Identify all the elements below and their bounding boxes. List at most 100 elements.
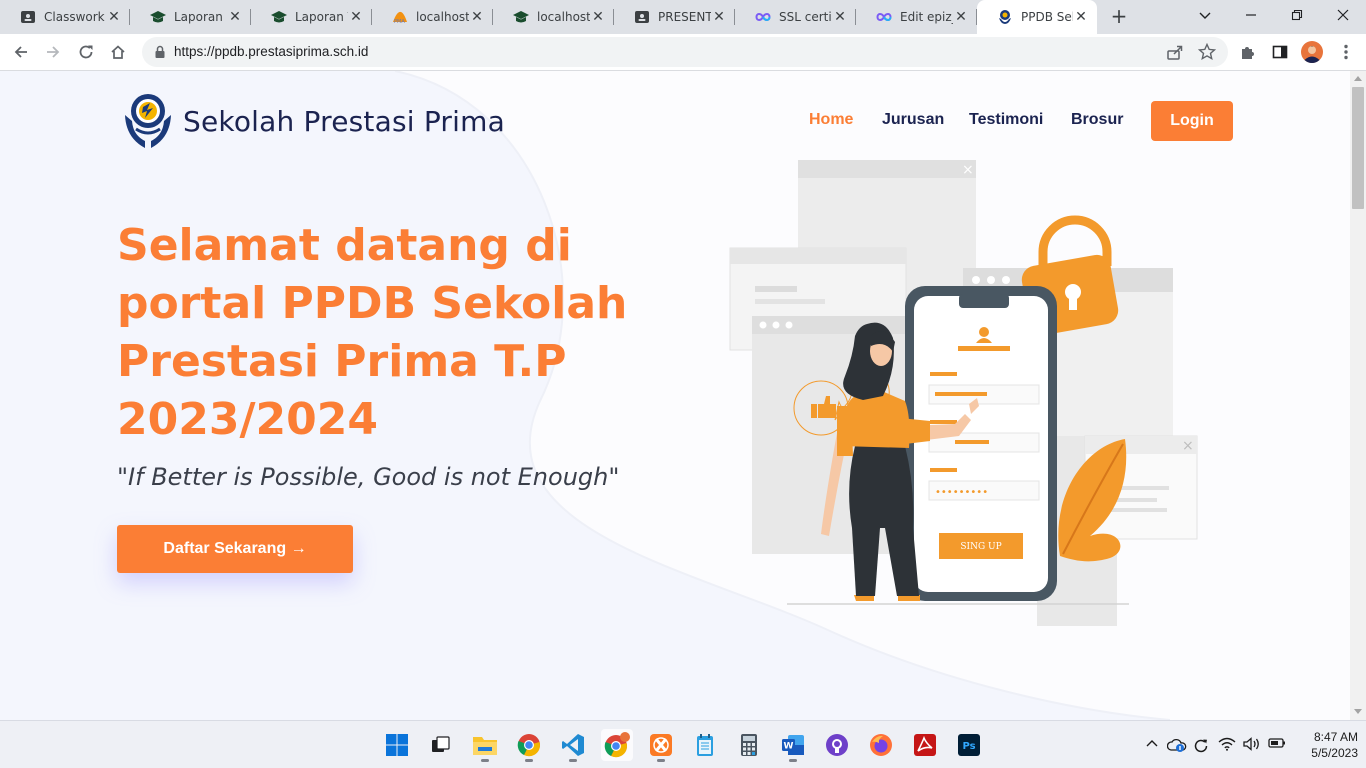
tab-title: SSL certific <box>779 10 832 24</box>
close-icon[interactable]: ✕ <box>227 9 243 25</box>
address-bar[interactable]: https://ppdb.prestasiprima.sch.id <box>142 37 1228 67</box>
side-panel-button[interactable] <box>1268 40 1292 64</box>
browser-tab[interactable]: localhost:8 ✕ <box>493 0 614 34</box>
register-now-button[interactable]: Daftar Sekarang → <box>117 525 353 573</box>
page-scrollbar[interactable] <box>1350 71 1366 720</box>
notepad-icon[interactable] <box>689 729 721 761</box>
system-clock[interactable]: 8:47 AM 5/5/2023 <box>1294 729 1358 761</box>
close-icon[interactable]: ✕ <box>832 9 848 25</box>
close-icon[interactable]: ✕ <box>1073 9 1089 25</box>
wifi-icon[interactable] <box>1218 737 1236 751</box>
browser-tab[interactable]: SSL certific ✕ <box>735 0 856 34</box>
file-explorer-icon[interactable] <box>469 729 501 762</box>
cloud-icon <box>1167 738 1187 752</box>
reload-icon <box>79 45 93 59</box>
windows-logo-icon <box>386 734 408 756</box>
reload-button[interactable] <box>72 38 100 66</box>
calculator-logo-icon <box>741 734 757 756</box>
acrobat-logo-icon <box>914 734 936 756</box>
browser-tab[interactable]: Classwork ✕ <box>0 0 130 34</box>
word-icon[interactable]: W <box>777 729 809 762</box>
signup-label: SING UP <box>960 542 1001 552</box>
profile-avatar[interactable] <box>1300 40 1324 64</box>
nav-testimoni[interactable]: Testimoni <box>969 111 1043 129</box>
new-tab-button[interactable]: + <box>1107 5 1131 29</box>
browser-toolbar: https://ppdb.prestasiprima.sch.id <box>0 34 1366 71</box>
close-window-button[interactable] <box>1320 0 1366 30</box>
browser-tab[interactable]: Edit epiz_3 ✕ <box>856 0 977 34</box>
restore-icon <box>1291 9 1303 21</box>
browser-tab[interactable]: Laporan Ta ✕ <box>251 0 372 34</box>
graduation-cap-icon <box>271 11 287 23</box>
windows-taskbar: W Ps 8:47 AM 5/5/2023 <box>0 720 1366 768</box>
infinityfree-icon <box>755 13 771 21</box>
close-icon[interactable]: ✕ <box>590 9 606 25</box>
nav-home[interactable]: Home <box>809 111 853 129</box>
phone-mockup: ••••••••• SING UP <box>905 286 1057 601</box>
tab-title: PRESENTA <box>658 10 711 24</box>
login-button[interactable]: Login <box>1151 101 1233 141</box>
photoshop-icon[interactable]: Ps <box>953 729 985 761</box>
show-hidden-icons-button[interactable] <box>1145 737 1159 749</box>
wifi-signal-icon <box>1218 737 1236 751</box>
arrow-right-icon <box>47 46 60 58</box>
battery-icon[interactable] <box>1268 737 1286 749</box>
chevron-down-icon <box>1199 12 1211 19</box>
chrome-icon[interactable] <box>513 729 545 762</box>
url-text[interactable]: https://ppdb.prestasiprima.sch.id <box>174 44 368 59</box>
minimize-button[interactable] <box>1228 0 1274 30</box>
avatar-icon <box>1301 41 1323 63</box>
tab-search-button[interactable] <box>1182 0 1228 30</box>
back-button[interactable] <box>7 38 35 66</box>
restore-button[interactable] <box>1274 0 1320 30</box>
task-view-icon[interactable] <box>424 729 456 761</box>
minimize-icon <box>1246 14 1256 16</box>
nav-brosur[interactable]: Brosur <box>1071 111 1123 129</box>
scroll-down-arrow-icon[interactable] <box>1354 709 1362 714</box>
close-icon[interactable]: ✕ <box>106 9 122 25</box>
github-desktop-icon[interactable] <box>821 729 853 761</box>
sync-icon[interactable] <box>1192 737 1210 755</box>
scrollbar-thumb[interactable] <box>1352 87 1364 209</box>
firefox-icon[interactable] <box>865 729 897 761</box>
vscode-icon[interactable] <box>557 729 589 762</box>
arrow-left-icon <box>14 46 27 58</box>
tab-title: Edit epiz_3 <box>900 10 953 24</box>
share-icon[interactable] <box>1166 43 1184 61</box>
home-button[interactable] <box>104 38 132 66</box>
lock-icon[interactable] <box>154 45 166 59</box>
graduation-cap-icon <box>150 11 166 23</box>
hero-illustration: × × ••••••••• SING UP <box>729 160 1198 626</box>
school-logo-icon <box>999 10 1011 24</box>
close-icon[interactable]: ✕ <box>711 9 727 25</box>
windows-start-icon[interactable] <box>381 729 413 761</box>
calculator-icon[interactable] <box>733 729 765 761</box>
tab-title: localhost:8 <box>537 10 590 24</box>
close-icon[interactable]: ✕ <box>469 9 485 25</box>
chrome-profile-icon[interactable] <box>601 729 633 761</box>
forward-button[interactable] <box>39 38 67 66</box>
xampp-icon[interactable] <box>645 729 677 762</box>
chrome-menu-button[interactable] <box>1334 40 1358 64</box>
puzzle-icon <box>1242 47 1254 59</box>
bookmark-star-icon[interactable] <box>1198 43 1216 61</box>
close-icon[interactable]: ✕ <box>953 9 969 25</box>
firefox-logo-icon <box>870 734 892 756</box>
browser-tab[interactable]: Laporan Ke ✕ <box>130 0 251 34</box>
onedrive-icon[interactable] <box>1167 737 1187 753</box>
extensions-button[interactable] <box>1236 40 1260 64</box>
svg-text:W: W <box>784 742 794 752</box>
nav-jurusan[interactable]: Jurusan <box>882 111 944 129</box>
site-brand[interactable]: Sekolah Prestasi Prima <box>123 93 505 149</box>
scroll-up-arrow-icon[interactable] <box>1354 76 1362 81</box>
classroom-icon <box>635 11 649 23</box>
photoshop-logo-icon: Ps <box>958 734 980 756</box>
browser-tab-active[interactable]: PPDB Seko ✕ <box>977 0 1097 34</box>
acrobat-icon[interactable] <box>909 729 941 761</box>
page-viewport: Sekolah Prestasi Prima Home Jurusan Test… <box>0 71 1350 720</box>
close-icon[interactable]: ✕ <box>348 9 364 25</box>
volume-icon[interactable] <box>1243 737 1261 751</box>
browser-tab[interactable]: PRESENTA ✕ <box>614 0 735 34</box>
browser-tab[interactable]: PMA localhost / ✕ <box>372 0 493 34</box>
tab-title: PPDB Seko <box>1021 10 1073 24</box>
